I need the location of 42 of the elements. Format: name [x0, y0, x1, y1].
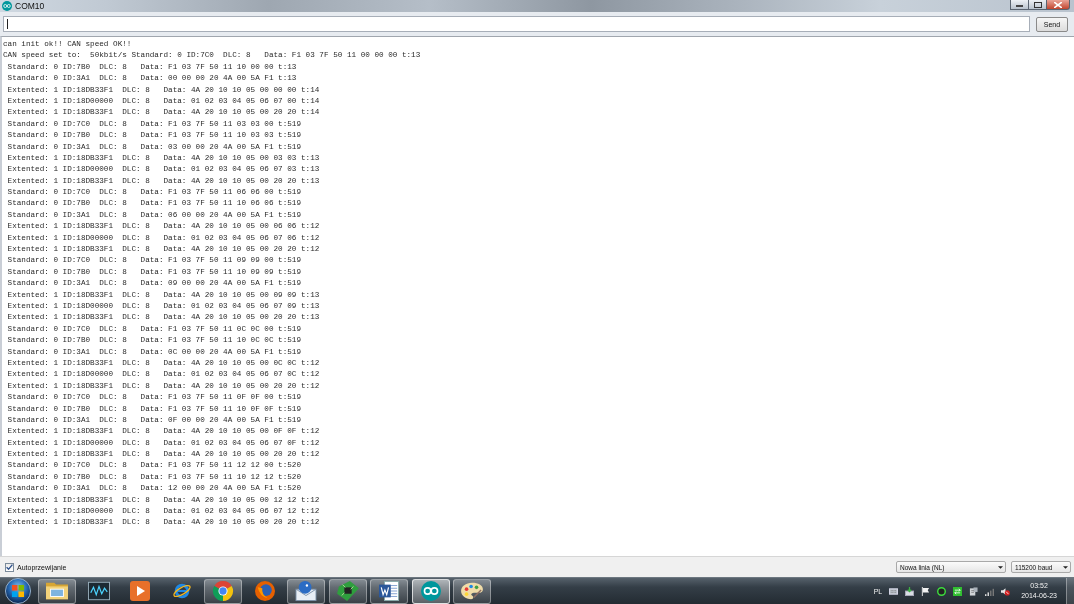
taskbar-button[interactable] [411, 578, 450, 604]
maximize-icon [1033, 1, 1042, 8]
globe-icon [253, 581, 276, 601]
close-button[interactable] [1046, 0, 1070, 10]
ring-icon [170, 581, 193, 601]
infinity-icon [419, 581, 442, 601]
keyboard-icon[interactable] [889, 586, 899, 596]
minimize-icon [1016, 5, 1023, 7]
wheel-icon [212, 581, 234, 601]
palette-icon [461, 581, 483, 601]
waveform-icon [87, 581, 110, 601]
minimize-button[interactable] [1010, 0, 1028, 10]
start-button[interactable] [3, 578, 33, 604]
infinity-icon [2, 1, 12, 11]
maximize-button[interactable] [1028, 0, 1046, 10]
window-title: COM10 [15, 0, 45, 12]
envelope-icon [295, 581, 317, 601]
play-icon [129, 581, 151, 601]
checkbox[interactable] [5, 562, 14, 572]
caret-icon [998, 565, 1003, 569]
status-ring-icon[interactable] [937, 586, 947, 596]
message-input[interactable] [3, 16, 1030, 32]
flag-icon[interactable] [921, 586, 931, 596]
caret-icon [1063, 565, 1068, 569]
start-orb-icon [5, 578, 31, 604]
device-icon[interactable] [969, 586, 979, 596]
taskbar-button[interactable] [287, 578, 325, 604]
taskbar-button[interactable] [370, 578, 408, 604]
show-desktop-button[interactable] [1066, 578, 1074, 604]
sync-icon[interactable] [953, 586, 963, 596]
taskbar-button[interactable] [38, 578, 76, 604]
download-icon[interactable] [905, 586, 915, 596]
speaker-icon[interactable] [1001, 586, 1011, 596]
taskbar-button[interactable] [453, 578, 491, 604]
document-icon [378, 581, 400, 601]
taskbar-button[interactable] [204, 578, 242, 604]
close-icon [1054, 1, 1062, 8]
chip-icon [336, 581, 359, 601]
tick-icon [6, 564, 13, 570]
taskbar-button[interactable] [328, 578, 367, 604]
signal-icon[interactable] [985, 586, 995, 596]
folder-icon [46, 581, 68, 601]
